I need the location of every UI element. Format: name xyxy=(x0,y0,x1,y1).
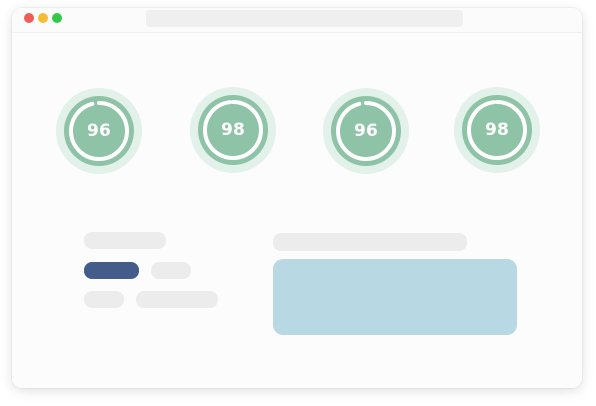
performance-score-1: 96 xyxy=(55,87,143,175)
preview-card xyxy=(273,259,517,335)
performance-score-2: 98 xyxy=(189,86,277,174)
address-bar[interactable] xyxy=(146,10,463,27)
minimize-window-button[interactable] xyxy=(38,13,48,23)
score-value: 96 xyxy=(353,121,379,141)
close-window-button[interactable] xyxy=(24,13,34,23)
performance-score-3: 96 xyxy=(322,87,410,175)
score-value: 98 xyxy=(220,120,246,140)
title-bar xyxy=(12,8,582,33)
skeleton-primary-chip xyxy=(84,262,139,279)
maximize-window-button[interactable] xyxy=(52,13,62,23)
page-content: 96 98 96 98 xyxy=(12,33,582,388)
performance-score-4: 98 xyxy=(453,86,541,174)
skeleton-title-line xyxy=(84,232,166,249)
browser-window: 96 98 96 98 xyxy=(12,8,582,388)
skeleton-heading-line xyxy=(273,233,467,251)
skeleton-secondary-chip xyxy=(151,262,191,279)
skeleton-long-line xyxy=(136,291,218,308)
score-value: 96 xyxy=(86,121,112,141)
score-value: 98 xyxy=(484,120,510,140)
skeleton-short-line xyxy=(84,291,124,308)
